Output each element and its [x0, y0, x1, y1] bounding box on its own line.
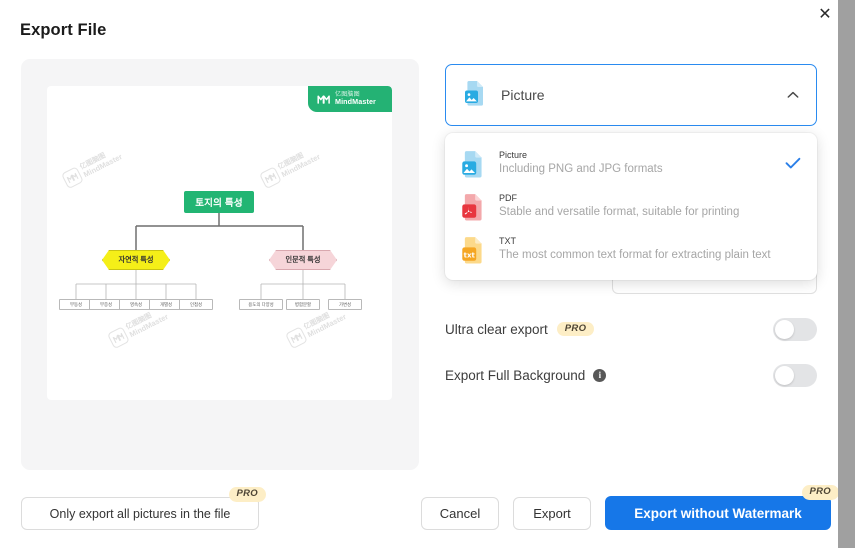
mindmap-leaf-node: 부동성	[59, 299, 93, 310]
mindmap-leaf-node: 용도의 다양성	[239, 299, 283, 310]
mindmap-leaf-node: 병합분할	[286, 299, 320, 310]
check-placeholder	[785, 199, 801, 215]
mindmap-leaf-node: 인접성	[179, 299, 213, 310]
export-without-watermark-button[interactable]: Export without Watermark PRO	[605, 485, 839, 530]
format-select-box[interactable]: Picture	[445, 64, 817, 126]
export-file-dialog: Export File ✕ 亿图脑图 MindMaster 亿图脑图 MindM…	[0, 0, 855, 548]
chevron-up-icon[interactable]	[786, 88, 800, 102]
export-label: Export	[533, 506, 571, 521]
page-title: Export File	[20, 21, 107, 39]
format-option-desc: Including PNG and JPG formats	[499, 163, 663, 176]
cancel-label: Cancel	[439, 506, 481, 521]
format-option-desc: The most common text format for extracti…	[499, 249, 771, 262]
format-option-picture[interactable]: Picture Including PNG and JPG formats	[445, 142, 817, 185]
export-full-background-toggle[interactable]	[773, 363, 817, 387]
only-export-label: Only export all pictures in the file	[49, 506, 231, 521]
mindmap-branch-node: 인문적 특성	[269, 250, 337, 270]
close-icon[interactable]: ✕	[812, 2, 838, 28]
info-icon[interactable]: i	[593, 368, 607, 382]
format-option-txt[interactable]: txt TXT The most common text format for …	[445, 228, 817, 271]
svg-text:txt: txt	[464, 250, 476, 259]
setting-label: Export Full Background	[445, 367, 586, 383]
mindmap-connectors	[47, 86, 392, 400]
pro-badge: PRO	[556, 321, 595, 337]
mindmap-branch-node: 자연적 특성	[102, 250, 170, 270]
pdf-file-icon	[460, 192, 486, 222]
export-preview-panel: 亿图脑图 MindMaster 亿图脑图 MindMaster 亿图脑图 Min…	[21, 59, 419, 470]
mindmap-preview-canvas: 亿图脑图 MindMaster 亿图脑图 MindMaster 亿图脑图 Min…	[47, 86, 392, 400]
mindmaster-logo-icon	[317, 93, 330, 106]
export-without-watermark-label: Export without Watermark	[634, 505, 802, 521]
setting-label: Ultra clear export	[445, 321, 548, 337]
mindmap-leaf-node: 영속성	[119, 299, 153, 310]
pro-badge: PRO	[801, 485, 839, 500]
export-button[interactable]: Export	[513, 497, 591, 530]
check-placeholder	[785, 242, 801, 258]
setting-row-export-full-background: Export Full Background i	[445, 362, 817, 388]
ultra-clear-export-toggle[interactable]	[773, 317, 817, 341]
format-option-title: PDF	[499, 193, 517, 204]
mindmap-root-node: 토지의 특성	[184, 191, 254, 213]
pro-badge: PRO	[228, 487, 266, 502]
mindmap-leaf-node: 개별성	[149, 299, 183, 310]
check-icon	[785, 156, 801, 172]
txt-file-icon: txt	[460, 235, 486, 265]
format-option-title: Picture	[499, 150, 528, 161]
setting-row-ultra-clear-export: Ultra clear export PRO	[445, 316, 817, 342]
format-option-desc: Stable and versatile format, suitable fo…	[499, 206, 740, 219]
format-option-pdf[interactable]: PDF Stable and versatile format, suitabl…	[445, 185, 817, 228]
brand-en: MindMaster	[335, 97, 376, 107]
mindmap-leaf-node: 가변성	[328, 299, 362, 310]
format-select-value: Picture	[501, 87, 545, 103]
picture-file-icon	[463, 79, 487, 112]
cancel-button[interactable]: Cancel	[421, 497, 499, 530]
picture-file-icon	[460, 149, 486, 179]
window-scrollbar[interactable]	[838, 0, 855, 548]
mindmaster-brand-badge: 亿图脑图 MindMaster	[308, 86, 392, 112]
mindmap-leaf-node: 부증성	[89, 299, 123, 310]
format-options-menu[interactable]: Picture Including PNG and JPG formats PD…	[445, 133, 817, 280]
format-option-title: TXT	[499, 236, 516, 247]
only-export-all-pictures-button[interactable]: Only export all pictures in the file PRO	[21, 487, 266, 530]
